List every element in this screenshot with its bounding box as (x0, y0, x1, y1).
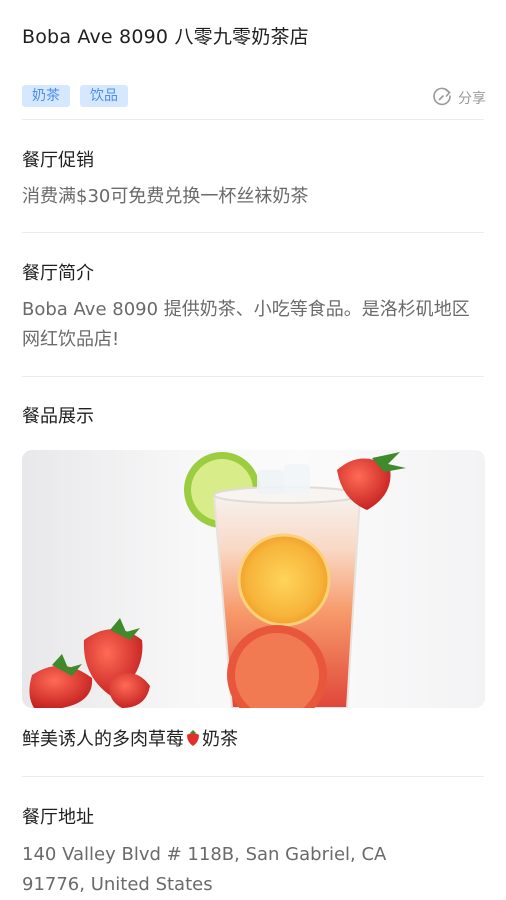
showcase-heading: 餐品展示 (22, 406, 94, 427)
food-photo[interactable] (22, 450, 485, 708)
promo-heading: 餐厅促销 (22, 150, 94, 171)
caption-text: 奶茶 (202, 729, 238, 750)
restaurant-detail-page: Boba Ave 8090 八零九零奶茶店 奶茶 饮品 分享 餐厅促销 消费满$… (0, 0, 506, 900)
caption-text: 鲜美诱人的多肉草莓 (22, 729, 184, 750)
divider (22, 119, 484, 120)
address-line-1: 140 Valley Blvd # 118B, San Gabriel, CA (22, 844, 387, 865)
share-label: 分享 (458, 91, 486, 107)
divider (22, 232, 484, 233)
address-heading: 餐厅地址 (22, 807, 94, 828)
intro-heading: 餐厅简介 (22, 263, 94, 284)
tag-list: 奶茶 饮品 (22, 85, 128, 107)
intro-text: Boba Ave 8090 提供奶茶、小吃等食品。是洛杉矶地区网红饮品店! (22, 299, 470, 350)
tag-milk-tea[interactable]: 奶茶 (22, 85, 70, 107)
address-text[interactable]: 140 Valley Blvd # 118B, San Gabriel, CA … (22, 840, 482, 900)
strawberry-icon (184, 727, 202, 757)
food-caption: 鲜美诱人的多肉草莓 奶茶 (22, 725, 482, 757)
share-button[interactable]: 分享 (430, 84, 486, 112)
divider (22, 776, 484, 777)
address-line-2: 91776, United States (22, 874, 213, 895)
promo-text: 消费满$30可免费兑换一杯丝袜奶茶 (22, 186, 309, 207)
divider (22, 376, 484, 377)
restaurant-title: Boba Ave 8090 八零九零奶茶店 (22, 26, 309, 48)
share-arrow-icon (430, 84, 454, 112)
tag-drinks[interactable]: 饮品 (80, 85, 128, 107)
